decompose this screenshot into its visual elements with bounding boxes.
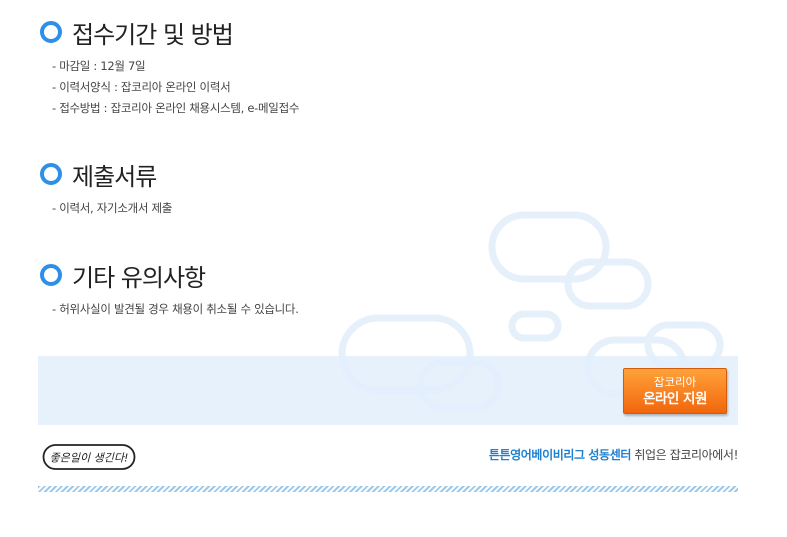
- apply-button-line2: 온라인 지원: [643, 390, 707, 407]
- ring-bullet-icon: [40, 163, 62, 185]
- ring-bullet-icon: [40, 21, 62, 43]
- section-other-notes: 기타 유의사항 - 허위사실이 발견될 경우 채용이 취소될 수 있습니다.: [40, 259, 299, 320]
- ring-bullet-icon: [40, 264, 62, 286]
- section-title: 접수기간 및 방법: [72, 20, 234, 49]
- section-title: 제출서류: [72, 162, 157, 191]
- footer-stripe-divider: [38, 486, 738, 492]
- section-item-list: - 마감일 : 12월 7일 - 이력서양식 : 잡코리아 온라인 이력서 - …: [52, 56, 299, 119]
- section-item-list: - 허위사실이 발견될 경우 채용이 취소될 수 있습니다.: [52, 299, 299, 320]
- company-name: 튼튼영어베이비리그 성동센터: [488, 448, 632, 462]
- section-application-method: 접수기간 및 방법 - 마감일 : 12월 7일 - 이력서양식 : 잡코리아 …: [40, 16, 299, 119]
- section-header: 기타 유의사항: [40, 259, 299, 292]
- section-required-documents: 제출서류 - 이력서, 자기소개서 제출: [40, 158, 172, 219]
- section-header: 제출서류: [40, 158, 172, 191]
- list-item: - 접수방법 : 잡코리아 온라인 채용시스템, e-메일접수: [52, 101, 300, 115]
- footer-message: 튼튼영어베이비리그 성동센터 취업은 잡코리아에서!: [488, 446, 739, 463]
- list-item: - 이력서양식 : 잡코리아 온라인 이력서: [52, 80, 231, 94]
- list-item: - 이력서, 자기소개서 제출: [52, 201, 173, 215]
- section-header: 접수기간 및 방법: [40, 16, 299, 49]
- apply-button-line1: 잡코리아: [653, 374, 697, 389]
- section-title: 기타 유의사항: [72, 263, 206, 292]
- section-item-list: - 이력서, 자기소개서 제출: [52, 198, 172, 219]
- online-apply-button[interactable]: 잡코리아 온라인 지원: [623, 368, 727, 414]
- footer: 좋은일이 생긴다! 튼튼영어베이비리그 성동센터 취업은 잡코리아에서!: [38, 441, 738, 475]
- jobkorea-slogan-logo: 좋은일이 생긴다!: [42, 444, 136, 470]
- list-item: - 허위사실이 발견될 경우 채용이 취소될 수 있습니다.: [52, 302, 299, 316]
- logo-slogan-text: 좋은일이 생긴다!: [50, 452, 129, 465]
- apply-bar: 잡코리아 온라인 지원: [38, 356, 738, 425]
- list-item: - 마감일 : 12월 7일: [52, 59, 146, 73]
- footer-tagline: 취업은 잡코리아에서!: [630, 448, 738, 462]
